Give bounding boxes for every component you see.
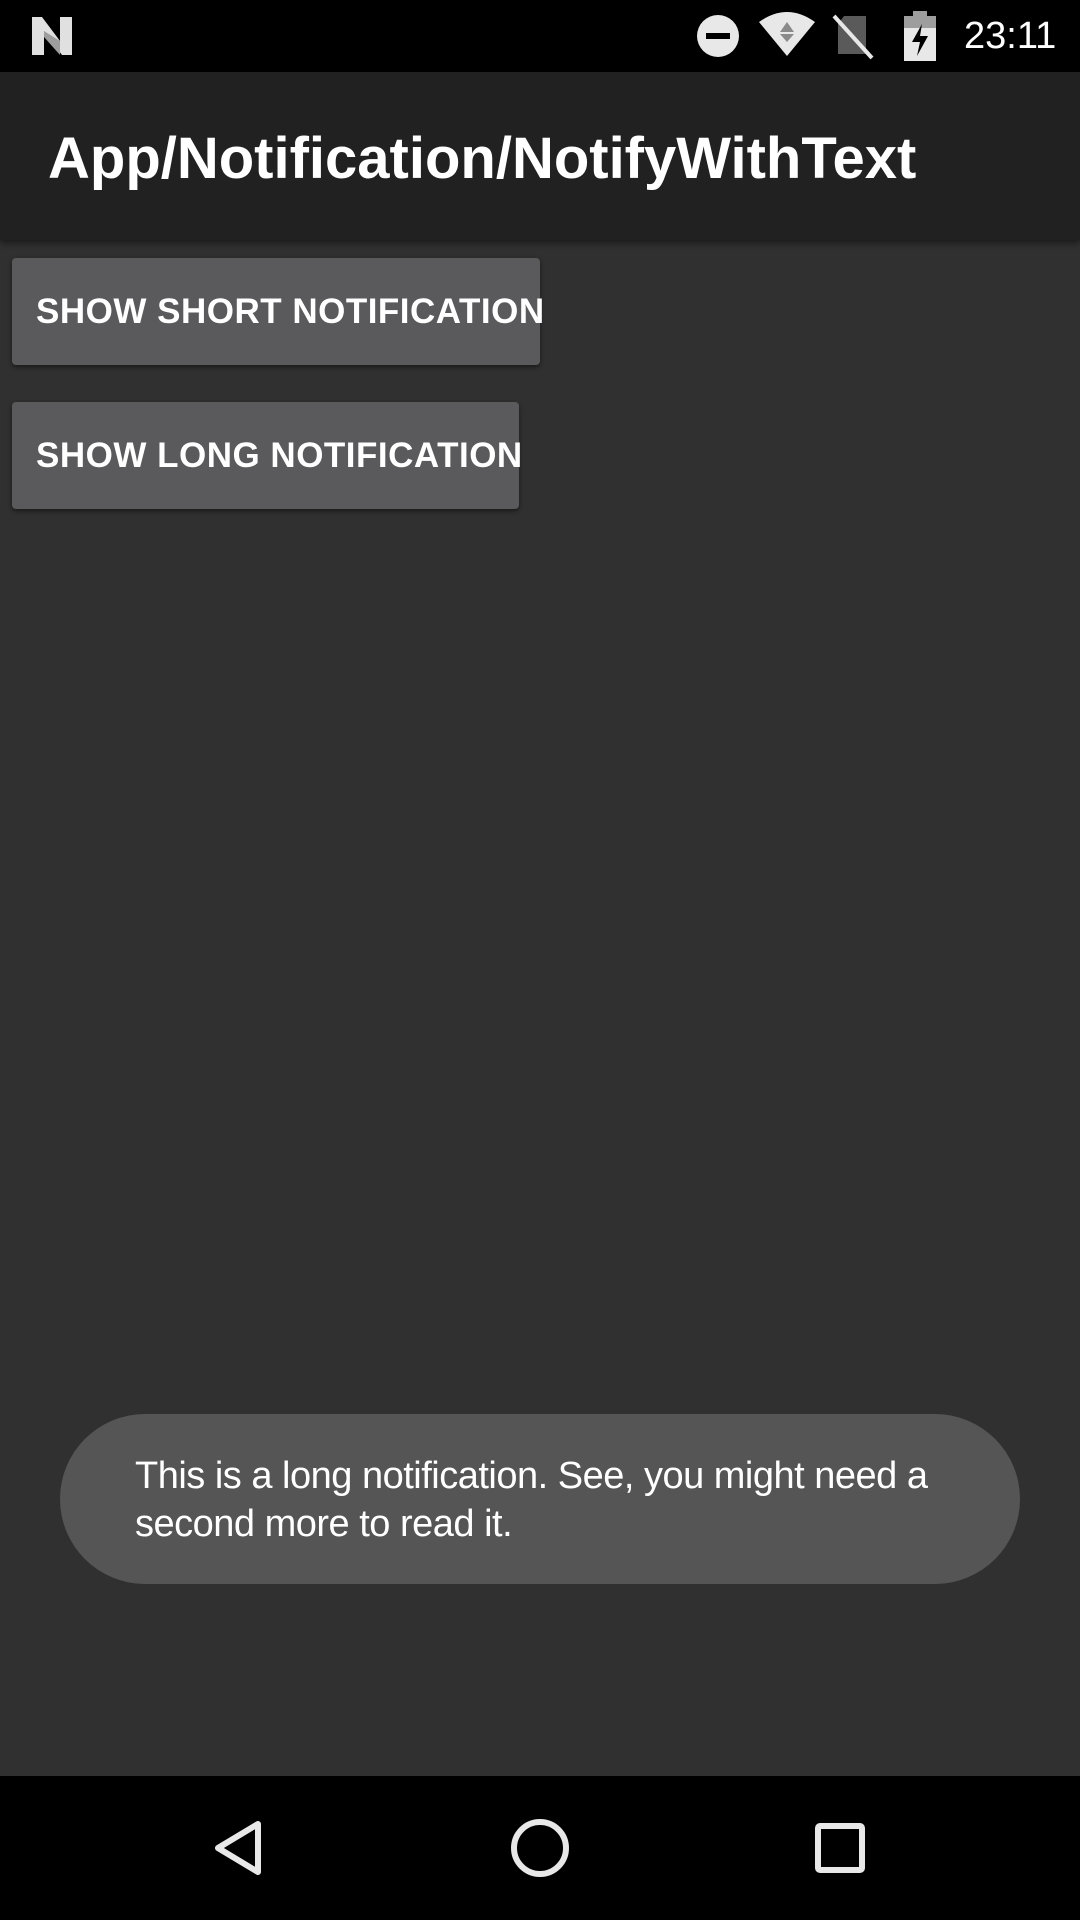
show-short-notification-button[interactable]: SHOW SHORT NOTIFICATION (12, 258, 544, 365)
status-bar: 23:11 (0, 0, 1080, 72)
recents-icon[interactable] (804, 1812, 876, 1884)
navigation-bar (0, 1776, 1080, 1920)
clock: 23:11 (964, 15, 1057, 57)
page-title: App/Notification/NotifyWithText (48, 126, 917, 191)
n-logo-icon (32, 17, 72, 55)
battery-charging-icon (904, 11, 936, 61)
toast-message: This is a long notification. See, you mi… (135, 1455, 928, 1545)
back-icon[interactable] (204, 1812, 276, 1884)
show-long-notification-button[interactable]: SHOW LONG NOTIFICATION (12, 402, 522, 509)
dnd-icon (697, 15, 739, 57)
screen: 23:11 App/Notification/NotifyWithText SH… (0, 0, 1080, 1920)
home-icon[interactable] (504, 1812, 576, 1884)
toast: This is a long notification. See, you mi… (60, 1414, 1020, 1584)
no-sim-icon (832, 14, 874, 60)
wifi-icon (759, 12, 815, 56)
app-bar: App/Notification/NotifyWithText (0, 72, 1080, 240)
